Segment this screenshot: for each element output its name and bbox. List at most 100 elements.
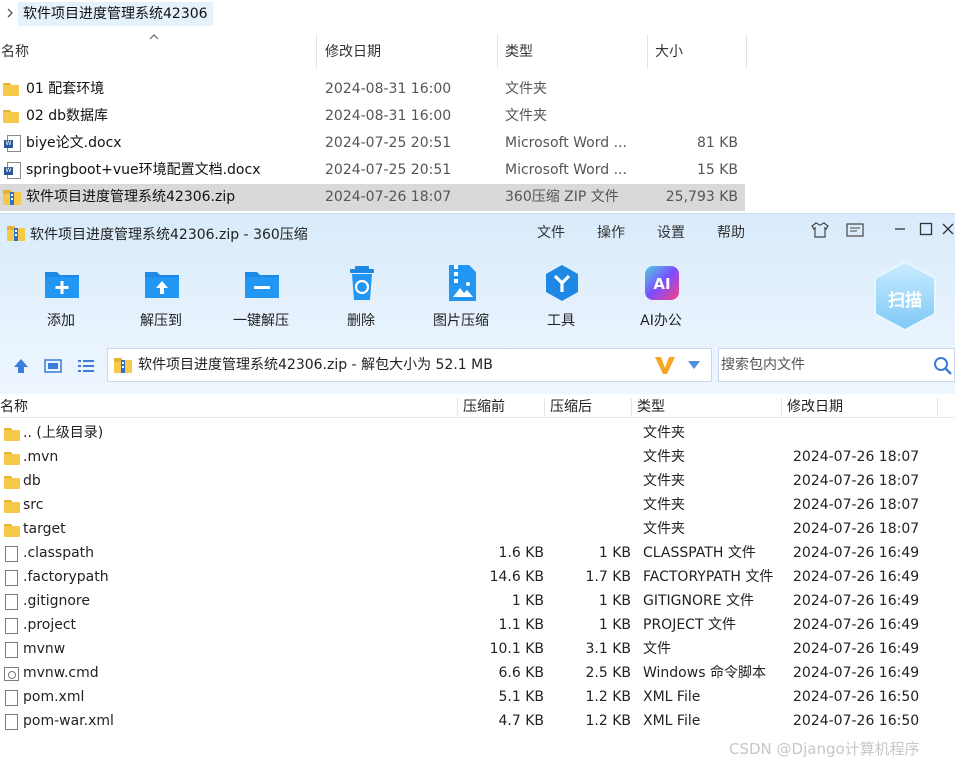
column-type[interactable]: 类型 — [505, 30, 533, 72]
column-date[interactable]: 修改日期 — [787, 396, 843, 418]
column-divider[interactable] — [781, 398, 782, 416]
file-row-selected[interactable]: 软件项目进度管理系统42306.zip 2024-07-26 18:07 360… — [0, 184, 745, 211]
file-row[interactable]: W biye论文.docx 2024-07-25 20:51 Microsoft… — [0, 130, 745, 157]
zip-archive-icon — [114, 357, 132, 374]
file-name: biye论文.docx — [26, 135, 122, 151]
zip-row[interactable]: target 文件夹 2024-07-26 18:07 — [0, 517, 955, 541]
menu-file[interactable]: 文件 — [537, 222, 565, 242]
zip-row[interactable]: pom.xml 5.1 KB 1.2 KB XML File 2024-07-26 16… — [0, 685, 955, 709]
zip-file-name: .. (上级目录) — [23, 425, 104, 441]
file-date: 2024-07-25 20:51 — [325, 162, 452, 178]
path-field[interactable]: 软件项目进度管理系统42306.zip - 解包大小为 52.1 MB — [107, 348, 712, 382]
menu-help[interactable]: 帮助 — [717, 222, 745, 242]
explorer-address-bar: 软件项目进度管理系统42306 — [0, 0, 955, 28]
column-divider[interactable] — [544, 398, 545, 416]
column-date[interactable]: 修改日期 — [325, 30, 381, 72]
size-before: 1 KB — [511, 593, 544, 609]
zip-row[interactable]: db 文件夹 2024-07-26 18:07 — [0, 469, 955, 493]
extract-to-button[interactable]: 解压到 — [116, 264, 206, 334]
column-divider[interactable] — [746, 34, 747, 68]
column-divider[interactable] — [937, 398, 938, 416]
size-before: 4.7 KB — [498, 713, 545, 729]
delete-icon — [343, 264, 381, 302]
delete-label: 删除 — [347, 313, 375, 329]
dropdown-arrow-icon[interactable] — [688, 361, 700, 369]
zip-file-date: 2024-07-26 18:07 — [793, 473, 920, 489]
file-date: 2024-07-25 20:51 — [325, 135, 452, 151]
column-uncompressed[interactable]: 压缩后 — [550, 396, 592, 418]
zip-row[interactable]: .factorypath 14.6 KB 1.7 KB FACTORYPATH 文件 2… — [0, 565, 955, 589]
close-icon[interactable] — [941, 222, 955, 240]
zip-address-bar: 软件项目进度管理系统42306.zip - 解包大小为 52.1 MB — [0, 346, 955, 386]
size-after: 3.1 KB — [585, 641, 632, 657]
add-button[interactable]: 添加 — [16, 264, 106, 334]
file-row[interactable]: W springboot+vue环境配置文档.docx 2024-07-25 2… — [0, 157, 745, 184]
column-name[interactable]: 名称 — [1, 30, 29, 72]
breadcrumb[interactable]: 软件项目进度管理系统42306 — [18, 2, 213, 26]
folder-icon — [3, 81, 21, 98]
column-size[interactable]: 大小 — [655, 30, 683, 72]
zip-row[interactable]: .mvn 文件夹 2024-07-26 18:07 — [0, 445, 955, 469]
extract-to-label: 解压到 — [140, 313, 182, 329]
zip-window: 软件项目进度管理系统42306.zip - 360压缩 文件 操作 设置 帮助 … — [0, 213, 955, 766]
file-icon — [4, 642, 20, 658]
zip-row[interactable]: mvnw 10.1 KB 3.1 KB 文件 2024-07-26 16:49 — [0, 637, 955, 661]
search-icon[interactable] — [933, 356, 953, 376]
scan-button[interactable]: 扫描 — [872, 260, 938, 332]
scan-label: 扫描 — [888, 291, 922, 311]
ai-office-button[interactable]: AI AI办公 — [616, 264, 706, 334]
column-divider[interactable] — [316, 34, 317, 68]
column-divider[interactable] — [631, 398, 632, 416]
zip-row[interactable]: .. (上级目录) 文件夹 — [0, 421, 955, 445]
chevron-right-icon[interactable] — [5, 6, 17, 20]
verified-v-icon[interactable] — [654, 354, 676, 376]
minimize-icon[interactable] — [890, 222, 910, 240]
size-before: 14.6 KB — [489, 569, 544, 585]
zip-row[interactable]: .gitignore 1 KB 1 KB GITIGNORE 文件 2024-07-26… — [0, 589, 955, 613]
folder-icon — [4, 426, 20, 442]
search-input[interactable] — [721, 351, 921, 379]
skin-icon[interactable] — [810, 222, 830, 240]
one-click-extract-button[interactable]: 一键解压 — [216, 264, 306, 334]
file-row[interactable]: 01 配套环境 2024-08-31 16:00 文件夹 — [0, 76, 745, 103]
column-divider[interactable] — [457, 398, 458, 416]
zip-row[interactable]: .project 1.1 KB 1 KB PROJECT 文件 2024-07-26 1… — [0, 613, 955, 637]
file-type: 文件夹 — [505, 108, 547, 124]
feedback-icon[interactable] — [845, 222, 865, 240]
search-field[interactable] — [718, 348, 955, 382]
folder-icon — [4, 474, 20, 490]
zip-file-type: PROJECT 文件 — [643, 617, 736, 633]
delete-button[interactable]: 删除 — [316, 264, 406, 334]
zip-file-name: .factorypath — [23, 569, 109, 585]
size-after: 1.7 KB — [585, 569, 632, 585]
zip-row[interactable]: mvnw.cmd 6.6 KB 2.5 KB Windows 命令脚本 2024-07-… — [0, 661, 955, 685]
file-size: 15 KB — [696, 162, 738, 178]
file-size: 81 KB — [696, 135, 738, 151]
file-row[interactable]: 02 db数据库 2024-08-31 16:00 文件夹 — [0, 103, 745, 130]
zip-file-name: pom-war.xml — [23, 713, 114, 729]
folder-icon — [4, 498, 20, 514]
size-before: 6.6 KB — [498, 665, 545, 681]
maximize-icon[interactable] — [916, 222, 936, 240]
column-name[interactable]: 名称 — [0, 396, 28, 418]
up-arrow-icon[interactable] — [12, 358, 30, 374]
menu-operate[interactable]: 操作 — [597, 222, 625, 242]
thumbnail-view-icon[interactable] — [44, 358, 62, 374]
list-view-icon[interactable] — [77, 358, 95, 374]
column-divider[interactable] — [647, 34, 648, 68]
tools-button[interactable]: 工具 — [516, 264, 606, 334]
zip-row[interactable]: src 文件夹 2024-07-26 18:07 — [0, 493, 955, 517]
zip-file-date: 2024-07-26 18:07 — [793, 497, 920, 513]
column-type[interactable]: 类型 — [637, 396, 665, 418]
column-divider[interactable] — [497, 34, 498, 68]
file-name: 01 配套环境 — [26, 81, 105, 97]
size-after: 1.2 KB — [585, 713, 632, 729]
zip-row[interactable]: .classpath 1.6 KB 1 KB CLASSPATH 文件 2024-07-… — [0, 541, 955, 565]
menu-settings[interactable]: 设置 — [657, 222, 685, 242]
file-icon — [4, 618, 20, 634]
zip-row[interactable]: pom-war.xml 4.7 KB 1.2 KB XML File 2024-07-2… — [0, 709, 955, 733]
file-name: 软件项目进度管理系统42306.zip — [26, 189, 236, 205]
column-compressed[interactable]: 压缩前 — [463, 396, 505, 418]
image-compress-button[interactable]: 图片压缩 — [416, 264, 506, 334]
zip-file-date: 2024-07-26 16:49 — [793, 665, 920, 681]
